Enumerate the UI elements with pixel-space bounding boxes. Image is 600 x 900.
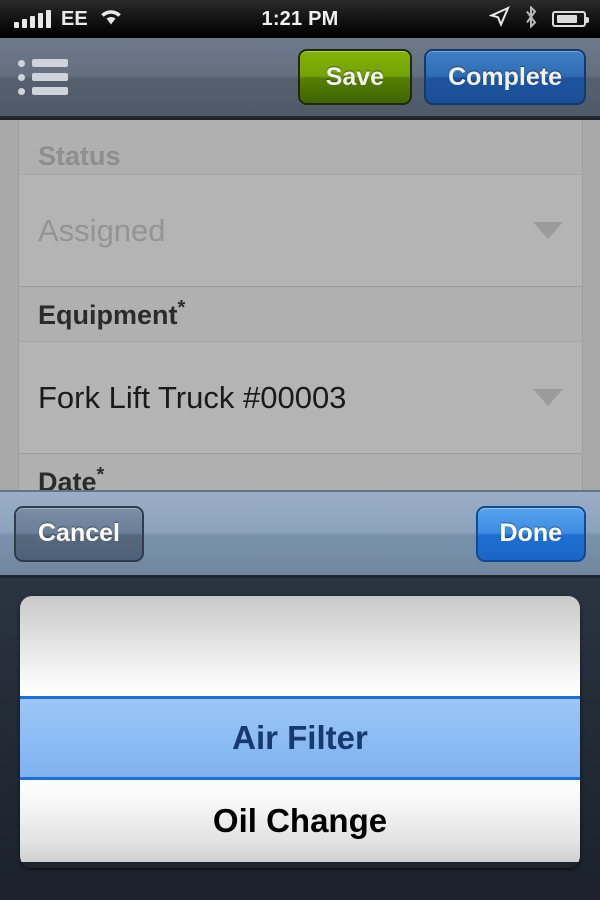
field-label-equipment: Equipment* <box>19 287 582 342</box>
status-bar: EE 1:21 PM <box>0 0 600 38</box>
form-card: Status Assigned Equipment* Fork Lift Tru… <box>18 120 583 490</box>
picker-toolbar: Cancel Done <box>0 490 600 578</box>
equipment-label: Equipment* <box>38 297 186 330</box>
field-label-date: Date* <box>19 454 582 490</box>
status-bar-right <box>488 4 600 33</box>
done-button[interactable]: Done <box>475 505 586 562</box>
picker-wheel-blank-row <box>20 596 580 696</box>
bluetooth-icon <box>524 4 538 33</box>
chevron-down-icon <box>533 389 563 406</box>
navigation-bar: Save Complete <box>0 38 600 118</box>
complete-button[interactable]: Complete <box>424 49 586 105</box>
chevron-down-icon <box>533 222 563 239</box>
picker-body: Air Filter Oil Change <box>0 578 600 900</box>
picker-option[interactable]: Oil Change <box>20 780 580 862</box>
phone-screen: EE 1:21 PM Save Complete Status Assigned… <box>0 0 600 900</box>
field-value-status[interactable]: Assigned <box>19 175 582 287</box>
cancel-button[interactable]: Cancel <box>14 505 144 562</box>
date-label: Date* <box>38 464 105 490</box>
field-label-status: Status <box>19 120 582 175</box>
work-order-form: Status Assigned Equipment* Fork Lift Tru… <box>0 120 600 490</box>
status-label: Status <box>38 141 121 171</box>
picker-modal: Cancel Done Air Filter Oil Change <box>0 490 600 900</box>
picker-wheel[interactable]: Air Filter Oil Change <box>20 596 580 868</box>
field-value-equipment[interactable]: Fork Lift Truck #00003 <box>19 342 582 454</box>
status-value: Assigned <box>38 212 166 248</box>
list-menu-icon[interactable] <box>14 53 72 101</box>
save-button[interactable]: Save <box>297 49 413 105</box>
location-arrow-icon <box>488 6 510 32</box>
battery-charging-icon <box>552 11 589 27</box>
equipment-value: Fork Lift Truck #00003 <box>38 379 347 415</box>
picker-option-selected[interactable]: Air Filter <box>20 696 580 780</box>
